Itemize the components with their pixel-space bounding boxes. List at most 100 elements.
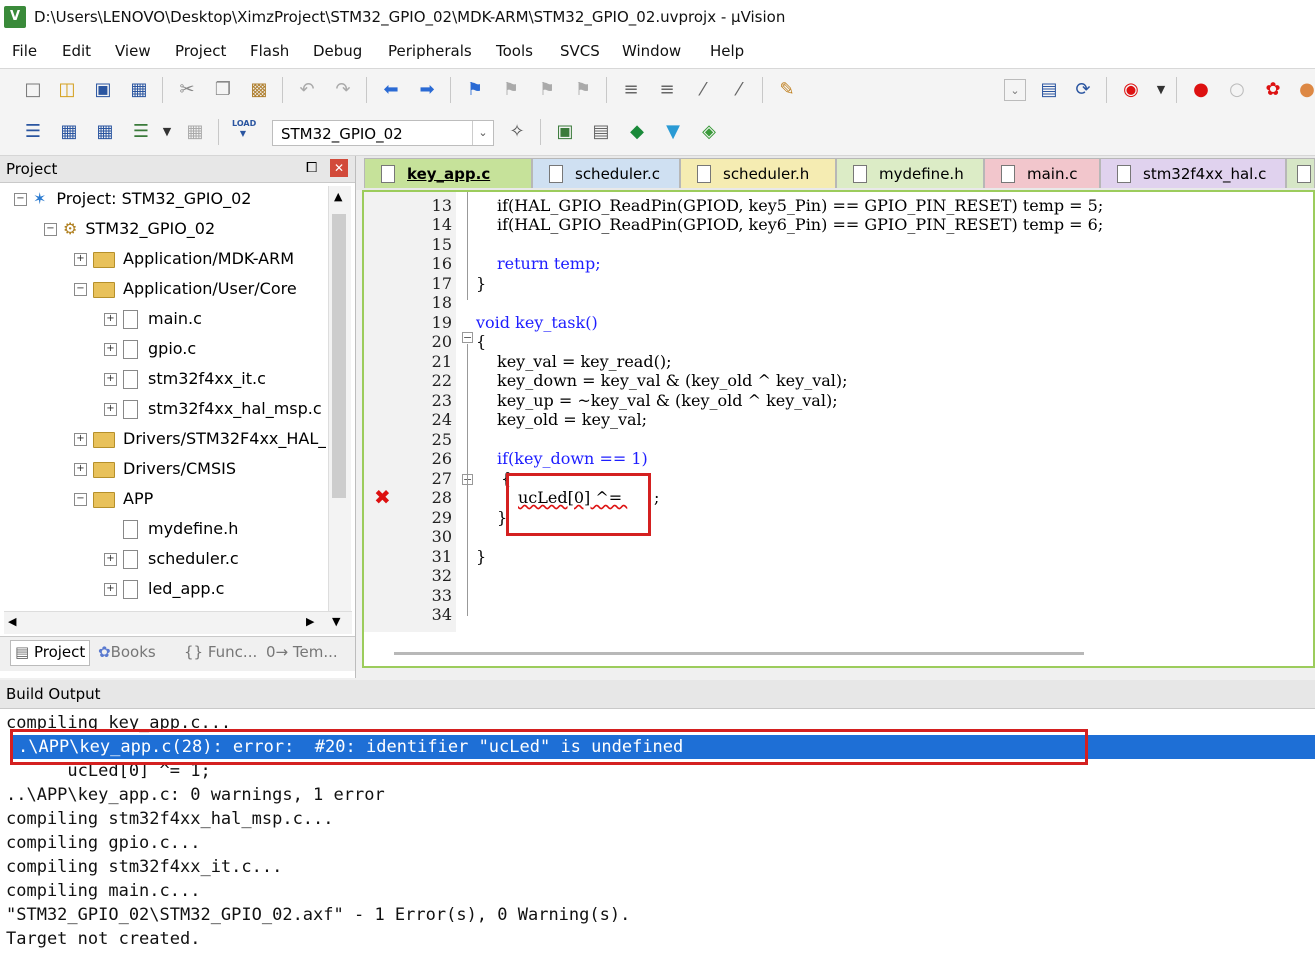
target-select[interactable]: STM32_GPIO_02 ⌄ — [272, 120, 494, 146]
undo-icon[interactable]: ↶ — [296, 79, 318, 101]
select-packs-icon[interactable]: ▤ — [590, 121, 612, 143]
menu-window[interactable]: Window — [622, 42, 681, 60]
tree-item-group[interactable]: − Application/User/Core — [74, 276, 297, 302]
tab-scheduler-h[interactable]: scheduler.h — [680, 158, 836, 188]
save-all-icon[interactable]: ▦ — [128, 79, 150, 101]
tree-item-target[interactable]: − ⚙ STM32_GPIO_02 — [44, 216, 215, 242]
menu-project[interactable]: Project — [175, 42, 226, 60]
scroll-up-icon[interactable]: ▲ — [334, 190, 342, 203]
tree-item-group[interactable]: + Drivers/CMSIS — [74, 456, 236, 482]
manage-project-items-icon[interactable]: ▣ — [554, 121, 576, 143]
expand-icon[interactable]: + — [104, 583, 117, 596]
collapse-icon[interactable]: − — [74, 493, 87, 506]
batch-build-icon[interactable]: ☰ — [130, 121, 152, 143]
translate-icon[interactable]: ☰ — [22, 121, 44, 143]
tab-functions[interactable]: {} Func... — [184, 643, 257, 661]
tree-item-file[interactable]: + stm32f4xx_hal_msp.c — [104, 396, 322, 422]
collapse-icon[interactable]: − — [74, 283, 87, 296]
tab-templates[interactable]: 0→ Tem... — [266, 643, 338, 661]
expand-icon[interactable]: + — [104, 343, 117, 356]
close-icon[interactable]: ✕ — [330, 159, 348, 177]
tree-item-file[interactable]: + scheduler.c — [104, 546, 239, 572]
stop-build-icon[interactable]: ▦ — [184, 121, 206, 143]
menu-flash[interactable]: Flash — [250, 42, 289, 60]
open-file-icon[interactable]: ◫ — [56, 79, 78, 101]
manage-runtime-icon[interactable]: ◆ — [626, 121, 648, 143]
tab-stm32f4xx-hal-c[interactable]: stm32f4xx_hal.c — [1100, 158, 1286, 188]
tab-key-app-c[interactable]: key_app.c — [364, 158, 532, 188]
tab-project[interactable]: ▤ Project — [10, 640, 91, 666]
copy-icon[interactable]: ❐ — [212, 79, 234, 101]
options-for-target-icon[interactable]: ✧ — [506, 121, 528, 143]
indent-icon[interactable]: ≡ — [620, 79, 642, 101]
build-icon[interactable]: ▦ — [58, 121, 80, 143]
enable-breakpoint-icon[interactable]: ○ — [1226, 79, 1248, 101]
comment-icon[interactable]: ⁄ — [692, 79, 714, 101]
bookmark-icon[interactable]: ⚑ — [464, 79, 486, 101]
redo-icon[interactable]: ↷ — [332, 79, 354, 101]
tree-item-group[interactable]: + Application/MDK-ARM — [74, 246, 294, 272]
navigate-back-icon[interactable]: ⬅ — [380, 79, 402, 101]
tree-vertical-scrollbar[interactable]: ▲ — [328, 186, 351, 612]
cut-icon[interactable]: ✂ — [176, 79, 198, 101]
expand-icon[interactable]: + — [104, 403, 117, 416]
expand-icon[interactable]: + — [74, 463, 87, 476]
collapse-icon[interactable]: − — [44, 223, 57, 236]
find-in-files-icon[interactable]: ✎ — [776, 79, 798, 101]
tree-item-file[interactable]: + stm32f4xx_it.c — [104, 366, 266, 392]
find-icon[interactable]: ▤ — [1038, 79, 1060, 101]
save-icon[interactable]: ▣ — [92, 79, 114, 101]
menu-help[interactable]: Help — [710, 42, 744, 60]
expand-icon[interactable]: + — [104, 373, 117, 386]
find-dropdown-icon[interactable]: ⌄ — [1004, 79, 1026, 101]
insert-breakpoint-icon[interactable]: ● — [1190, 79, 1212, 101]
expand-icon[interactable]: + — [74, 253, 87, 266]
tree-horizontal-scrollbar[interactable]: ◀ ▶ ▼ — [4, 611, 352, 634]
expand-icon[interactable]: + — [104, 313, 117, 326]
menu-tools[interactable]: Tools — [496, 42, 533, 60]
code-editor[interactable]: 13 14 15 16 17 18 19 20 21 22 23 24 25 2… — [362, 190, 1315, 668]
tree-item-group[interactable]: − APP — [74, 486, 153, 512]
pack-installer-icon[interactable]: ▼ — [662, 121, 684, 143]
menu-view[interactable]: View — [115, 42, 151, 60]
scroll-left-icon[interactable]: ◀ — [8, 615, 16, 628]
debug-session-icon[interactable]: ◉ — [1120, 79, 1142, 101]
scroll-right-icon[interactable]: ▶ — [306, 615, 314, 628]
collapse-icon[interactable]: − — [14, 193, 27, 206]
menu-edit[interactable]: Edit — [62, 42, 91, 60]
paste-icon[interactable]: ▩ — [248, 79, 270, 101]
navigate-forward-icon[interactable]: ➡ — [416, 79, 438, 101]
next-bookmark-icon[interactable]: ⚑ — [536, 79, 558, 101]
tree-item-group[interactable]: + Drivers/STM32F4xx_HAL_ — [74, 426, 326, 452]
tab-main-c[interactable]: main.c — [984, 158, 1100, 188]
menu-peripherals[interactable]: Peripherals — [388, 42, 472, 60]
uncomment-icon[interactable]: ⁄ — [728, 79, 750, 101]
menu-svcs[interactable]: SVCS — [560, 42, 600, 60]
tree-item-file[interactable]: mydefine.h — [104, 516, 238, 542]
unindent-icon[interactable]: ≡ — [656, 79, 678, 101]
disable-breakpoints-icon[interactable]: ✿ — [1262, 79, 1284, 101]
tab-mydefine-h[interactable]: mydefine.h — [836, 158, 984, 188]
batch-build-dropdown-icon[interactable]: ▼ — [156, 121, 178, 143]
scroll-down-icon[interactable]: ▼ — [332, 615, 340, 628]
new-file-icon[interactable]: □ — [22, 79, 44, 101]
download-icon[interactable]: LOAD ▼ — [232, 119, 256, 141]
incremental-find-icon[interactable]: ⟳ — [1072, 79, 1094, 101]
tree-item-project[interactable]: − ✶ Project: STM32_GPIO_02 — [14, 186, 251, 212]
tab-scheduler-c[interactable]: scheduler.c — [532, 158, 680, 188]
chevron-down-icon[interactable]: ⌄ — [472, 121, 493, 145]
tree-item-file[interactable]: + led_app.c — [104, 576, 224, 602]
pin-icon[interactable]: ⧠ — [306, 160, 317, 176]
scroll-thumb[interactable] — [332, 214, 346, 498]
prev-bookmark-icon[interactable]: ⚑ — [500, 79, 522, 101]
tab-books[interactable]: ✿Books — [98, 643, 156, 661]
tree-item-file[interactable]: + gpio.c — [104, 336, 196, 362]
clear-bookmarks-icon[interactable]: ⚑ — [572, 79, 594, 101]
editor-horizontal-scrollbar[interactable] — [394, 652, 1084, 655]
menu-debug[interactable]: Debug — [313, 42, 362, 60]
expand-icon[interactable]: + — [74, 433, 87, 446]
fold-collapse-icon[interactable]: − — [462, 332, 473, 343]
expand-icon[interactable]: + — [104, 553, 117, 566]
menu-file[interactable]: File — [12, 42, 37, 60]
kill-breakpoints-icon[interactable]: ● — [1296, 79, 1315, 101]
